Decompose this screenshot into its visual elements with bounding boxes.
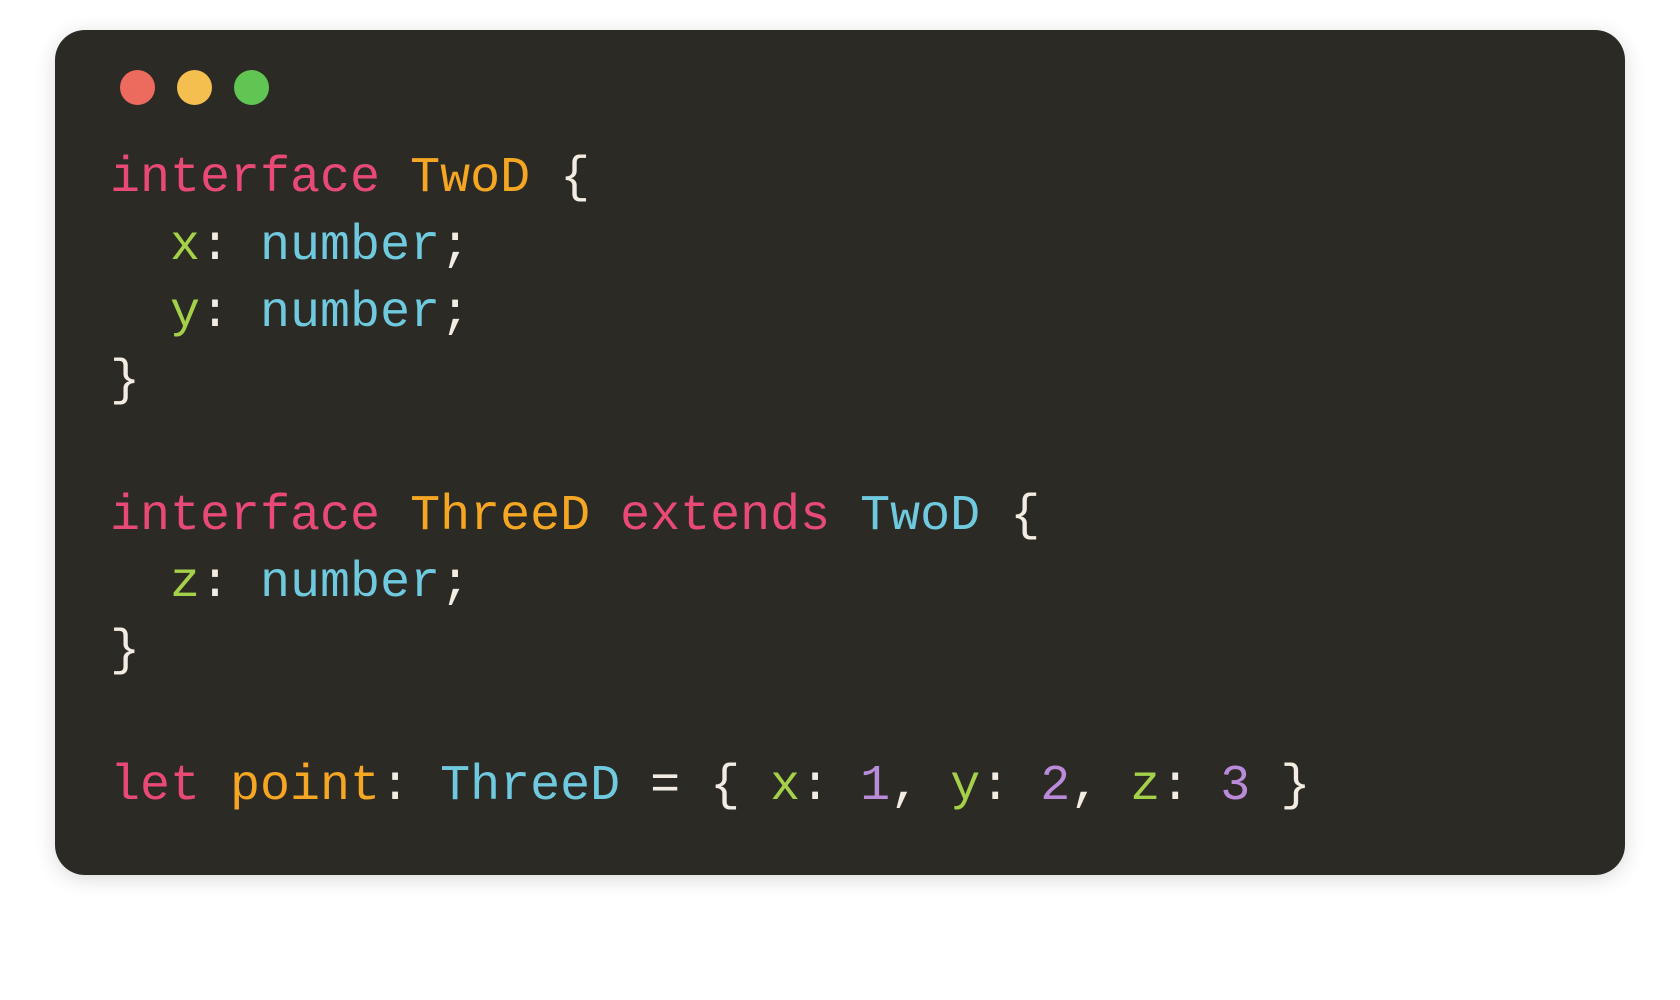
code-token: point <box>230 758 380 815</box>
code-line: let point: ThreeD = { x: 1, y: 2, z: 3 } <box>110 758 1310 815</box>
code-token: ; <box>440 218 470 275</box>
code-token: TwoD <box>860 488 980 545</box>
code-token <box>380 150 410 207</box>
code-token: 1 <box>860 758 890 815</box>
code-line: y: number; <box>110 285 470 342</box>
code-token: interface <box>110 488 380 545</box>
code-token: : <box>200 285 260 342</box>
page-root: interface TwoD { x: number; y: number; }… <box>0 0 1680 1000</box>
code-window: interface TwoD { x: number; y: number; }… <box>55 30 1625 875</box>
code-token: x <box>170 218 200 275</box>
code-token: , <box>1070 758 1130 815</box>
code-token: y <box>950 758 980 815</box>
zoom-icon[interactable] <box>234 70 269 105</box>
code-token: ThreeD <box>410 488 590 545</box>
minimize-icon[interactable] <box>177 70 212 105</box>
code-token: } <box>110 623 140 680</box>
close-icon[interactable] <box>120 70 155 105</box>
code-token: ThreeD <box>440 758 620 815</box>
code-token: : <box>200 218 260 275</box>
code-token <box>380 488 410 545</box>
code-token: 3 <box>1220 758 1250 815</box>
code-block: interface TwoD { x: number; y: number; }… <box>110 145 1570 820</box>
code-token: number <box>260 285 440 342</box>
code-token: { <box>530 150 590 207</box>
code-token: z <box>1130 758 1160 815</box>
code-line: } <box>110 353 140 410</box>
code-token: : <box>1160 758 1220 815</box>
code-token: : <box>800 758 860 815</box>
code-line: } <box>110 623 140 680</box>
code-token: : <box>200 555 260 612</box>
code-token <box>110 285 170 342</box>
code-token: let <box>110 758 200 815</box>
code-token: ; <box>440 555 470 612</box>
code-token: ; <box>440 285 470 342</box>
code-token <box>200 758 230 815</box>
code-token: } <box>110 353 140 410</box>
code-token <box>590 488 620 545</box>
code-token: : <box>380 758 440 815</box>
code-token <box>110 555 170 612</box>
code-token: } <box>1250 758 1310 815</box>
code-token: { <box>980 488 1040 545</box>
code-token: number <box>260 555 440 612</box>
code-token: 2 <box>1040 758 1070 815</box>
code-token: extends <box>620 488 830 545</box>
code-token: TwoD <box>410 150 530 207</box>
code-token: z <box>170 555 200 612</box>
window-controls <box>120 70 1570 105</box>
code-token: interface <box>110 150 380 207</box>
code-line: z: number; <box>110 555 470 612</box>
code-line: interface ThreeD extends TwoD { <box>110 488 1040 545</box>
code-token: = { <box>620 758 770 815</box>
code-token: , <box>890 758 950 815</box>
code-token: number <box>260 218 440 275</box>
code-token: : <box>980 758 1040 815</box>
code-token: y <box>170 285 200 342</box>
code-line: interface TwoD { <box>110 150 590 207</box>
code-token <box>830 488 860 545</box>
code-token <box>110 218 170 275</box>
code-line: x: number; <box>110 218 470 275</box>
code-token: x <box>770 758 800 815</box>
